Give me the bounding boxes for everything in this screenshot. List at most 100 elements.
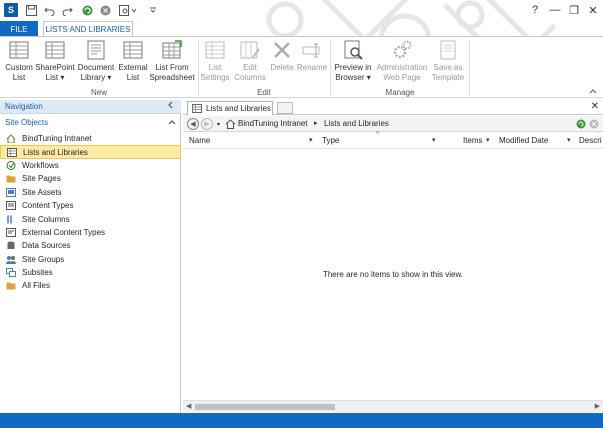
custom-list-button[interactable]: Custom List (4, 39, 34, 83)
nav-item-external-content-types[interactable]: External Content Types (0, 226, 181, 239)
nav-item-lists-and-libraries[interactable]: Lists and Libraries (0, 145, 181, 159)
gear-icon (393, 40, 412, 59)
nav-item-label: Site Groups (22, 254, 65, 264)
close-window-button[interactable]: ✕ (584, 2, 602, 18)
nav-item-label: External Content Types (22, 227, 106, 237)
sharepoint-list-icon (45, 41, 65, 59)
nav-item-bindtuning-intranet[interactable]: BindTuning Intranet (0, 132, 181, 145)
column-filter-dropdown-icon[interactable]: ▾ (309, 136, 313, 144)
horizontal-scrollbar[interactable]: ◀ ▶ (183, 400, 603, 412)
close-tab-icon[interactable]: ✕ (591, 101, 599, 112)
column-filter-dropdown-icon[interactable]: ▾ (567, 136, 571, 144)
back-button[interactable]: ◀ (187, 118, 199, 130)
save-as-template-button[interactable]: Save as Template (431, 39, 465, 83)
nav-item-site-groups[interactable]: Site Groups (0, 253, 181, 266)
breadcrumb-site[interactable]: BindTuning Intranet (238, 119, 308, 128)
group-label-edit: Edit (257, 88, 271, 97)
column-header-name[interactable]: Name (189, 136, 210, 145)
stop-icon[interactable] (98, 3, 112, 17)
column-header-type[interactable]: Type (322, 136, 339, 145)
group-separator (469, 41, 470, 95)
column-filter-dropdown-icon[interactable]: ▾ (432, 136, 436, 144)
list-from-spreadsheet-button[interactable]: List From Spreadsheet (149, 39, 195, 83)
scroll-right-icon[interactable]: ▶ (595, 402, 600, 410)
title-bar: S ? — ❐ ✕ (0, 0, 603, 92)
refresh-icon[interactable] (576, 119, 586, 129)
breadcrumb-separator-icon: ▸ (314, 120, 318, 127)
column-headers: ^ Name ▾ Type ▾ Items ▾ Modified Date ▾ … (183, 131, 603, 149)
status-bar (0, 413, 603, 428)
document-tabs: Lists and Libraries ✕ (183, 100, 603, 115)
group-separator (330, 41, 331, 95)
tab-lists-and-libraries-document[interactable]: Lists and Libraries (187, 101, 273, 115)
sharepoint-list-button[interactable]: SharePoint List ▾ (35, 39, 75, 83)
restore-button[interactable]: ❐ (565, 2, 583, 18)
breadcrumb-lists-and-libraries[interactable]: Lists and Libraries (324, 119, 389, 128)
nav-item-label: Site Pages (22, 174, 61, 184)
navigation-header: Navigation (0, 100, 181, 114)
save-as-template-icon (440, 40, 456, 60)
refresh-icon[interactable] (80, 3, 94, 17)
scroll-left-icon[interactable]: ◀ (186, 402, 191, 410)
preview-in-browser-icon (344, 40, 363, 60)
subsites-icon (6, 268, 16, 278)
save-icon[interactable] (24, 3, 38, 17)
document-library-button[interactable]: Document Library ▾ (77, 39, 115, 83)
history-dropdown-icon[interactable]: ▾ (217, 121, 220, 128)
all-files-icon (6, 282, 16, 290)
preview-dropdown-icon[interactable] (118, 3, 140, 17)
delete-button[interactable]: Delete (269, 39, 295, 73)
tab-file[interactable]: FILE (0, 21, 38, 37)
collapse-ribbon-icon[interactable] (589, 87, 597, 96)
nav-item-site-assets[interactable]: Site Assets (0, 186, 181, 199)
scrollbar-thumb[interactable] (195, 404, 335, 410)
help-button[interactable]: ? (526, 2, 544, 18)
customize-quick-access-icon[interactable] (146, 3, 160, 17)
group-label-manage: Manage (385, 88, 415, 97)
chevron-up-icon[interactable] (168, 118, 176, 127)
nav-item-label: Content Types (22, 201, 74, 211)
nav-item-label: All Files (22, 281, 51, 291)
site-objects-heading[interactable]: Site Objects (5, 118, 176, 127)
column-header-items[interactable]: Items (463, 136, 483, 145)
tab-lists-and-libraries[interactable]: LISTS AND LIBRARIES (43, 21, 133, 37)
edit-columns-button[interactable]: Edit Columns (233, 39, 267, 83)
data-sources-icon (7, 241, 15, 250)
site-home-icon (6, 134, 16, 144)
nav-item-content-types[interactable]: Content Types (0, 199, 181, 212)
list-settings-icon (205, 41, 225, 59)
preview-in-browser-button[interactable]: Preview in Browser ▾ (333, 39, 373, 83)
redo-icon[interactable] (60, 3, 74, 17)
sharepoint-designer-logo-icon: S (4, 3, 18, 17)
new-tab-button[interactable] (277, 102, 293, 114)
main-content: Lists and Libraries ✕ ◀ ▶ ▾ BindTuning I… (183, 100, 603, 413)
rename-button[interactable]: Rename (297, 39, 327, 73)
empty-view-message: There are no items to show in this view. (322, 270, 464, 279)
site-assets-icon (6, 187, 16, 197)
column-header-modified-date[interactable]: Modified Date (499, 136, 548, 145)
custom-list-icon (9, 41, 29, 59)
site-columns-icon (7, 215, 12, 224)
collapse-navigation-icon[interactable] (167, 100, 173, 114)
nav-item-subsites[interactable]: Subsites (0, 266, 181, 279)
delete-icon (274, 42, 290, 58)
nav-item-workflows[interactable]: Workflows (0, 159, 181, 172)
site-objects-list: BindTuning Intranet Lists and Libraries Wo… (0, 132, 181, 293)
list-icon (7, 147, 17, 157)
nav-item-all-files[interactable]: All Files (0, 279, 181, 292)
nav-item-site-pages[interactable]: Site Pages (0, 172, 181, 185)
column-filter-dropdown-icon[interactable]: ▾ (486, 136, 490, 144)
site-pages-icon (6, 175, 16, 183)
list-icon (192, 104, 202, 113)
list-settings-button[interactable]: List Settings (200, 39, 230, 83)
nav-item-site-columns[interactable]: Site Columns (0, 212, 181, 225)
minimize-button[interactable]: — (546, 2, 564, 18)
undo-icon[interactable] (42, 3, 56, 17)
nav-item-data-sources[interactable]: Data Sources (0, 239, 181, 252)
group-label-new: New (90, 88, 107, 97)
column-header-description[interactable]: Descri (579, 136, 602, 145)
stop-icon[interactable] (589, 119, 599, 129)
forward-button[interactable]: ▶ (201, 118, 213, 130)
external-list-button[interactable]: External List (118, 39, 148, 83)
administration-web-page-button[interactable]: Administration Web Page (374, 39, 430, 83)
